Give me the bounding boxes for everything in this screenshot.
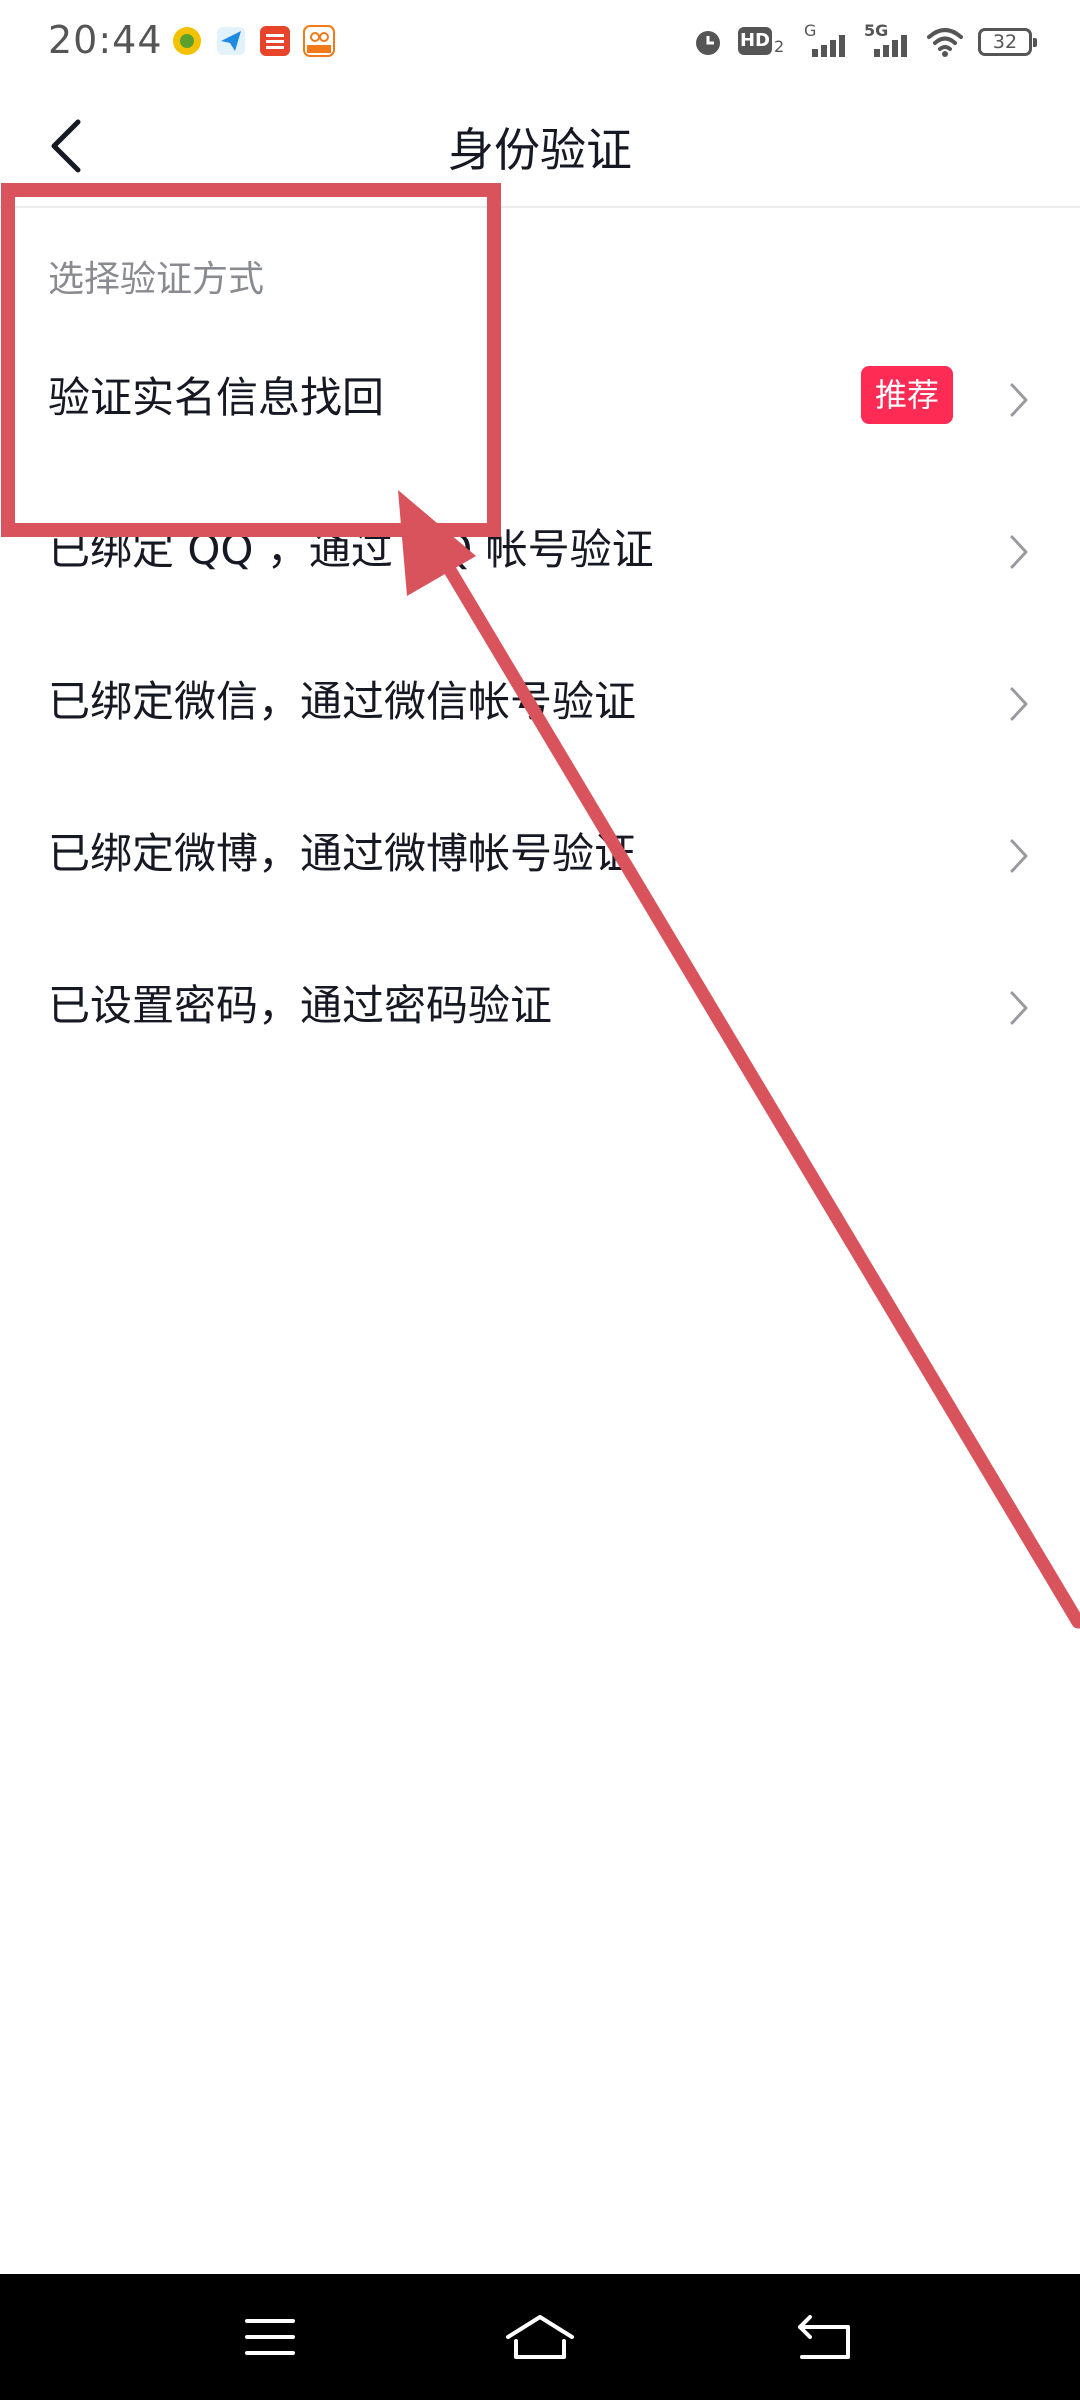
app-screen: 20:44 HD 2 G 5G 32 身份验证 选择验证方式 验证实名信息找回 …: [0, 0, 1080, 2400]
hd-sub-label: 2: [774, 37, 785, 56]
signal-icon: G: [802, 21, 850, 59]
system-back-button[interactable]: [788, 2301, 860, 2373]
app-notification-icon-2: [214, 24, 248, 58]
hd-icon: HD 2: [738, 25, 788, 59]
58-app-icon: [302, 24, 336, 58]
bank-app-icon: [258, 24, 292, 58]
chevron-right-icon: [1002, 834, 1036, 878]
status-indicators: HD 2 G 5G 32: [692, 21, 1037, 62]
option-label: 验证实名信息找回: [48, 373, 385, 422]
option-weibo-verification[interactable]: 已绑定微博，通过微博帐号验证: [0, 776, 1080, 928]
page-title: 身份验证: [448, 123, 632, 177]
battery-icon: 32: [978, 28, 1037, 56]
status-bar: 20:44 HD 2 G 5G 32: [0, 0, 1080, 84]
option-label: 已绑定微信，通过微信帐号验证: [48, 677, 637, 726]
alarm-icon: [692, 26, 724, 58]
home-icon: [506, 2315, 574, 2359]
hd-label: HD: [738, 27, 772, 55]
option-label: 已绑定微博，通过微博帐号验证: [48, 829, 637, 878]
system-navigation-bar: [0, 2274, 1080, 2400]
chevron-right-icon: [1002, 986, 1036, 1030]
chevron-right-icon: [1002, 682, 1036, 726]
status-time: 20:44: [48, 18, 163, 62]
wifi-icon: [926, 26, 964, 58]
signal-5g-icon: 5G: [864, 21, 912, 59]
option-label: 已绑定 QQ ，通过 QQ 帐号验证: [48, 525, 654, 574]
chevron-right-icon: [1002, 530, 1036, 574]
menu-button[interactable]: [234, 2301, 306, 2373]
nav-bar: 身份验证: [0, 84, 1080, 208]
menu-icon: [245, 2319, 295, 2355]
app-notification-icon-1: [170, 24, 204, 58]
option-password-verification[interactable]: 已设置密码，通过密码验证: [0, 928, 1080, 1080]
option-wechat-verification[interactable]: 已绑定微信，通过微信帐号验证: [0, 624, 1080, 776]
verification-options-list: 验证实名信息找回 推荐 已绑定 QQ ，通过 QQ 帐号验证 已绑定微信，通过微…: [0, 320, 1080, 1080]
option-label: 已设置密码，通过密码验证: [48, 981, 553, 1030]
chevron-right-icon: [1002, 378, 1036, 422]
back-icon: [798, 2315, 850, 2359]
home-button[interactable]: [504, 2301, 576, 2373]
recommended-badge: 推荐: [860, 366, 953, 424]
battery-level: 32: [992, 31, 1018, 53]
option-qq-verification[interactable]: 已绑定 QQ ，通过 QQ 帐号验证: [0, 472, 1080, 624]
option-real-name-verification[interactable]: 验证实名信息找回 推荐: [0, 320, 1080, 472]
section-title: 选择验证方式: [48, 259, 265, 300]
notification-icons: [170, 24, 336, 60]
